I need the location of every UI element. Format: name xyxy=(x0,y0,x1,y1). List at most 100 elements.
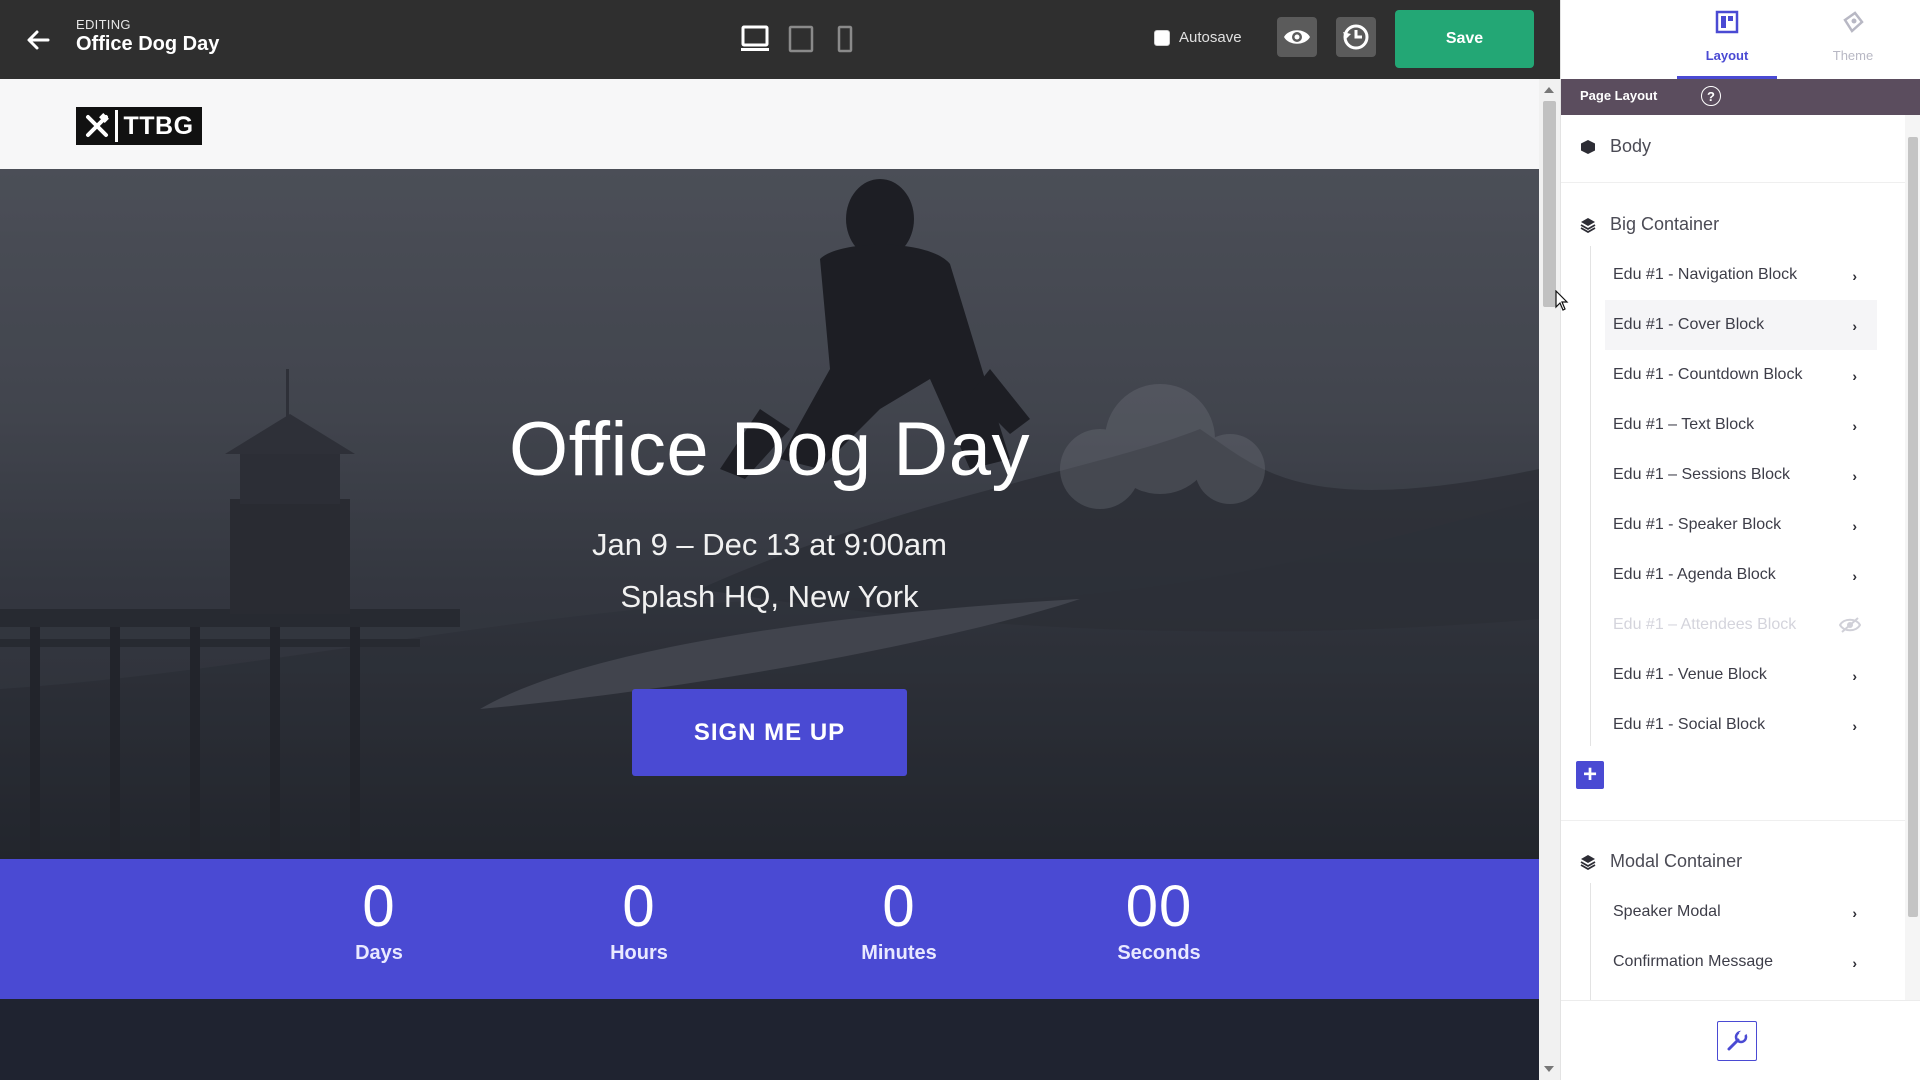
block-label: Edu #1 - Venue Block xyxy=(1613,666,1767,683)
hero-title: Office Dog Day xyxy=(509,407,1030,492)
block-speaker-modal[interactable]: Speaker Modal › xyxy=(1605,887,1877,937)
text-block-preview[interactable] xyxy=(0,999,1539,1080)
page-layout-title: Page Layout xyxy=(1580,88,1658,103)
autosave-checkbox[interactable] xyxy=(1154,29,1170,46)
hero-date: Jan 9 – Dec 13 at 9:00am xyxy=(591,527,947,562)
add-block-button[interactable]: + xyxy=(1576,761,1604,789)
block-cover[interactable]: Edu #1 - Cover Block › xyxy=(1605,300,1877,350)
body-section[interactable]: Body xyxy=(1580,136,1651,157)
block-label: Edu #1 - Navigation Block xyxy=(1613,266,1798,283)
block-agenda[interactable]: Edu #1 - Agenda Block › xyxy=(1605,550,1877,600)
chevron-right-icon: › xyxy=(1852,518,1857,534)
chevron-right-icon: › xyxy=(1852,268,1857,284)
panel-footer xyxy=(1561,1000,1920,1080)
tab-theme[interactable]: Theme xyxy=(1803,0,1903,79)
tablet-view-icon[interactable] xyxy=(788,25,814,53)
big-container-section[interactable]: Big Container xyxy=(1580,214,1719,235)
save-button[interactable]: Save xyxy=(1395,10,1534,68)
autosave-toggle[interactable]: Autosave xyxy=(1154,29,1242,46)
block-label: Edu #1 - Social Block xyxy=(1613,716,1766,733)
panel-scroll-thumb[interactable] xyxy=(1908,137,1918,917)
block-text[interactable]: Edu #1 – Text Block › xyxy=(1605,400,1877,450)
revision-history-button[interactable] xyxy=(1336,17,1376,57)
site-logo[interactable]: TTBG xyxy=(76,107,202,145)
history-icon xyxy=(1343,24,1369,50)
tree-line xyxy=(1590,246,1591,746)
block-label: Edu #1 - Speaker Block xyxy=(1613,516,1782,533)
wrench-icon xyxy=(1727,1030,1748,1051)
cover-block[interactable]: Office Dog Day Jan 9 – Dec 13 at 9:00am … xyxy=(0,169,1539,859)
tree-line xyxy=(1590,883,1591,1000)
block-navigation[interactable]: Edu #1 - Navigation Block › xyxy=(1605,250,1877,300)
page-title: Office Dog Day xyxy=(76,33,220,55)
mobile-view-icon[interactable] xyxy=(836,25,854,53)
panel-scrollbar[interactable] xyxy=(1905,115,1920,1000)
chevron-right-icon: › xyxy=(1852,418,1857,434)
block-label: Edu #1 – Attendees Block xyxy=(1613,616,1797,633)
countdown-days: 0 Days xyxy=(279,859,479,965)
countdown-seconds-label: Seconds xyxy=(1117,942,1201,964)
block-label: Edu #1 - Agenda Block xyxy=(1613,566,1776,583)
countdown-seconds-value: 00 xyxy=(1125,874,1193,939)
canvas-scrollbar[interactable] xyxy=(1539,79,1560,1080)
logo-text: TTBG xyxy=(115,110,199,142)
block-label: Edu #1 - Countdown Block xyxy=(1613,366,1803,383)
tab-layout-label: Layout xyxy=(1705,48,1749,63)
block-attendees-hidden[interactable]: Edu #1 – Attendees Block xyxy=(1605,600,1877,650)
block-speaker[interactable]: Edu #1 - Speaker Block › xyxy=(1605,500,1877,550)
hidden-eye-icon[interactable] xyxy=(1839,616,1861,634)
block-label: Confirmation Message xyxy=(1613,953,1774,970)
modal-container-section[interactable]: Modal Container xyxy=(1580,851,1742,872)
desktop-view-icon[interactable] xyxy=(740,25,770,53)
chevron-right-icon: › xyxy=(1852,668,1857,684)
back-arrow-icon[interactable] xyxy=(24,26,52,54)
countdown-hours-label: Hours xyxy=(610,942,668,964)
preview-button[interactable] xyxy=(1277,17,1317,57)
body-label: Body xyxy=(1610,136,1652,156)
block-countdown[interactable]: Edu #1 - Countdown Block › xyxy=(1605,350,1877,400)
tab-layout[interactable]: Layout xyxy=(1677,0,1777,79)
block-label: Edu #1 – Sessions Block xyxy=(1613,466,1790,483)
chevron-right-icon: › xyxy=(1852,568,1857,584)
layers-icon xyxy=(1580,217,1596,233)
theme-icon xyxy=(1843,11,1864,33)
countdown-hours-value: 0 xyxy=(622,874,656,939)
hero-location: Splash HQ, New York xyxy=(620,579,919,614)
block-label: Speaker Modal xyxy=(1613,903,1721,920)
countdown-minutes-value: 0 xyxy=(882,874,916,939)
sign-me-up-button[interactable]: SIGN ME UP xyxy=(632,689,907,776)
section-divider xyxy=(1561,820,1905,821)
layout-panel: Layout Theme Page Layout ? Body Big Cont… xyxy=(1560,0,1920,1080)
block-label: Edu #1 - Cover Block xyxy=(1613,316,1765,333)
countdown-minutes-label: Minutes xyxy=(861,942,937,964)
layout-icon xyxy=(1715,10,1739,34)
chevron-right-icon: › xyxy=(1852,318,1857,334)
settings-wrench-button[interactable] xyxy=(1717,1021,1757,1061)
layers-icon xyxy=(1580,854,1596,870)
big-container-label: Big Container xyxy=(1610,214,1720,234)
block-venue[interactable]: Edu #1 - Venue Block › xyxy=(1605,650,1877,700)
block-social[interactable]: Edu #1 - Social Block › xyxy=(1605,700,1877,750)
countdown-hours: 0 Hours xyxy=(539,859,739,965)
countdown-days-value: 0 xyxy=(362,874,396,939)
chevron-right-icon: › xyxy=(1852,718,1857,734)
chevron-right-icon: › xyxy=(1852,905,1857,921)
site-navigation-block[interactable]: TTBG xyxy=(0,79,1539,169)
layout-tree: Body Big Container Edu #1 - Navigation B… xyxy=(1561,115,1905,1000)
autosave-label: Autosave xyxy=(1179,29,1242,46)
countdown-block[interactable]: 0 Days 0 Hours 0 Minutes 00 Seconds xyxy=(0,859,1539,999)
page-preview-canvas: TTBG Office Dog Day Jan 9 – Dec 13 at 9:… xyxy=(0,79,1539,1080)
tab-theme-label: Theme xyxy=(1832,48,1874,63)
help-icon[interactable]: ? xyxy=(1701,86,1721,106)
block-confirmation-message[interactable]: Confirmation Message › xyxy=(1605,937,1877,987)
editing-label: EDITING xyxy=(76,17,131,32)
modal-container-label: Modal Container xyxy=(1610,851,1743,871)
scroll-up-arrow-icon[interactable] xyxy=(1544,87,1554,93)
scroll-down-arrow-icon[interactable] xyxy=(1544,1066,1554,1072)
body-cube-icon xyxy=(1581,139,1595,154)
chevron-right-icon: › xyxy=(1852,468,1857,484)
countdown-minutes: 0 Minutes xyxy=(799,859,999,965)
page-layout-header: Page Layout ? xyxy=(1561,79,1920,115)
block-sessions[interactable]: Edu #1 – Sessions Block › xyxy=(1605,450,1877,500)
canvas-scroll-thumb[interactable] xyxy=(1543,101,1556,307)
